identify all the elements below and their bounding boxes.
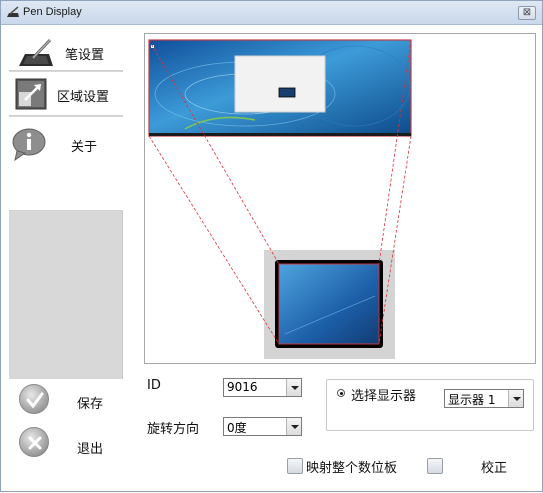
display-groupbox: 选择显示器 显示器 1 <box>326 379 534 431</box>
info-icon <box>12 128 46 161</box>
sidebar-item-label: 关于 <box>71 140 98 155</box>
sidebar-item-about[interactable]: 关于 <box>9 117 123 211</box>
mapping-preview <box>144 33 536 364</box>
calibrate-icon[interactable] <box>427 458 443 474</box>
sidebar-item-label: 笔设置 <box>65 48 105 63</box>
rotation-label: 旋转方向 <box>147 422 200 437</box>
display-value: 显示器 1 <box>448 393 496 407</box>
window-title: Pen Display <box>23 6 82 18</box>
tablet-preview <box>264 250 395 359</box>
area-mapping-icon <box>15 78 47 110</box>
calibrate-button[interactable]: 校正 <box>481 457 507 476</box>
sidebar-item-label: 区域设置 <box>57 90 110 105</box>
close-button[interactable]: ⊠ <box>518 6 536 20</box>
rotation-select[interactable]: 0度 <box>223 417 302 436</box>
id-label: ID <box>147 378 161 393</box>
exit-label[interactable]: 退出 <box>77 438 103 457</box>
sidebar-item-area-settings[interactable]: 区域设置 <box>9 72 123 116</box>
select-display-label[interactable]: 选择显示器 <box>351 385 416 404</box>
id-value: 9016 <box>227 380 258 394</box>
close-x-icon <box>28 436 42 450</box>
desktop-screen-preview <box>148 39 412 137</box>
id-select[interactable]: 9016 <box>223 378 302 397</box>
app-pen-icon <box>7 6 19 17</box>
title-bar: Pen Display ⊠ <box>1 1 542 25</box>
map-tablet-icon[interactable] <box>287 458 303 474</box>
chevron-down-icon[interactable] <box>286 379 301 396</box>
bottom-panel: 保存 退出 ID 9016 旋转方向 0度 选择显示器 显示器 1 映射整个数位… <box>1 371 543 493</box>
sidebar-item-pen-settings[interactable]: 笔设置 <box>9 33 123 71</box>
checkmark-icon <box>26 392 44 409</box>
chevron-down-icon[interactable] <box>286 418 301 435</box>
sidebar: 笔设置 区域设置 关于 <box>9 33 123 379</box>
select-display-radio[interactable] <box>337 389 345 397</box>
pen-display-window: Pen Display ⊠ 笔设置 区域设置 关于 保存 退出 ID 9016 … <box>0 0 543 492</box>
save-label[interactable]: 保存 <box>77 393 103 412</box>
exit-button[interactable] <box>19 427 49 457</box>
pen-tablet-icon <box>19 38 53 66</box>
display-select[interactable]: 显示器 1 <box>444 389 524 408</box>
rotation-value: 0度 <box>227 421 247 435</box>
save-button[interactable] <box>19 384 49 414</box>
map-entire-tablet-button[interactable]: 映射整个数位板 <box>306 457 397 476</box>
mapping-diagram <box>148 39 412 359</box>
chevron-down-icon[interactable] <box>508 390 523 407</box>
